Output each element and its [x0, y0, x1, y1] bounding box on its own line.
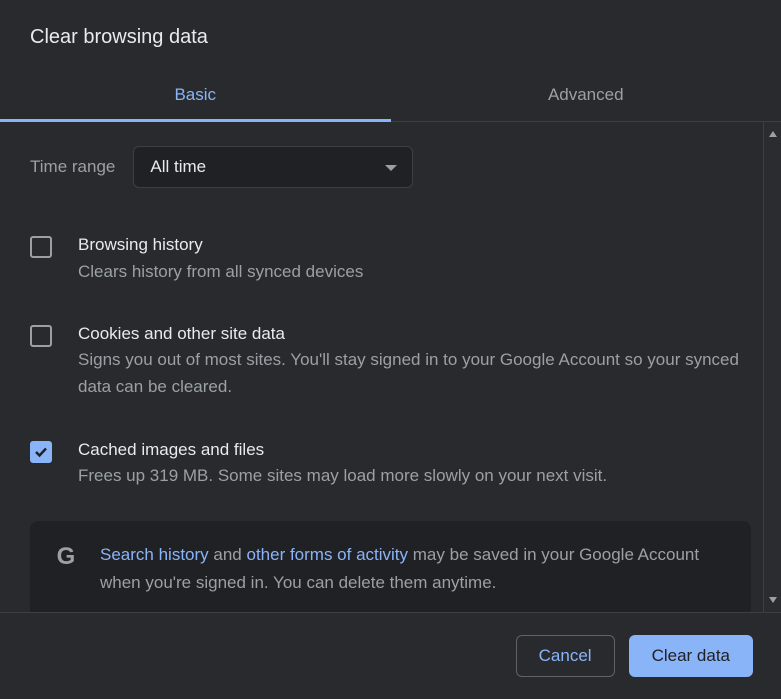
- tab-advanced[interactable]: Advanced: [391, 71, 781, 122]
- notice-link-other-activity[interactable]: other forms of activity: [246, 545, 408, 564]
- vertical-scrollbar[interactable]: [763, 122, 781, 612]
- time-range-value: All time: [150, 157, 206, 177]
- dialog-footer: Cancel Clear data: [0, 612, 781, 699]
- clear-browsing-data-dialog: Clear browsing data Basic Advanced Time …: [0, 0, 781, 699]
- option-text: Browsing history Clears history from all…: [78, 232, 751, 285]
- scroll-area: Time range All time Browsing history Cle…: [0, 122, 781, 612]
- notice-link-search-history[interactable]: Search history: [100, 545, 209, 564]
- content-pane: Time range All time Browsing history Cle…: [0, 122, 781, 612]
- option-browsing-history[interactable]: Browsing history Clears history from all…: [30, 224, 751, 313]
- checkbox-browsing-history[interactable]: [30, 236, 52, 258]
- option-desc: Frees up 319 MB. Some sites may load mor…: [78, 462, 751, 489]
- option-title: Browsing history: [78, 232, 751, 258]
- cancel-button[interactable]: Cancel: [516, 635, 615, 677]
- option-cookies[interactable]: Cookies and other site data Signs you ou…: [30, 313, 751, 429]
- caret-down-icon: [384, 157, 398, 177]
- time-range-select[interactable]: All time: [133, 146, 413, 188]
- checkbox-cookies[interactable]: [30, 325, 52, 347]
- checkbox-cache[interactable]: [30, 441, 52, 463]
- option-text: Cached images and files Frees up 319 MB.…: [78, 437, 751, 490]
- clear-data-button[interactable]: Clear data: [629, 635, 753, 677]
- scroll-up-icon[interactable]: [768, 122, 778, 146]
- option-desc: Clears history from all synced devices: [78, 258, 751, 285]
- option-title: Cached images and files: [78, 437, 751, 463]
- notice-text: Search history and other forms of activi…: [100, 541, 729, 597]
- dialog-title: Clear browsing data: [0, 0, 781, 71]
- option-cache[interactable]: Cached images and files Frees up 319 MB.…: [30, 429, 751, 518]
- tabs: Basic Advanced: [0, 71, 781, 122]
- tab-basic[interactable]: Basic: [0, 71, 391, 122]
- time-range-row: Time range All time: [30, 146, 751, 188]
- option-desc: Signs you out of most sites. You'll stay…: [78, 346, 751, 400]
- google-g-icon: G: [52, 541, 80, 572]
- check-icon: [33, 444, 49, 460]
- time-range-label: Time range: [30, 157, 115, 177]
- option-title: Cookies and other site data: [78, 321, 751, 347]
- google-account-notice: G Search history and other forms of acti…: [30, 521, 751, 612]
- option-text: Cookies and other site data Signs you ou…: [78, 321, 751, 401]
- scroll-down-icon[interactable]: [768, 588, 778, 612]
